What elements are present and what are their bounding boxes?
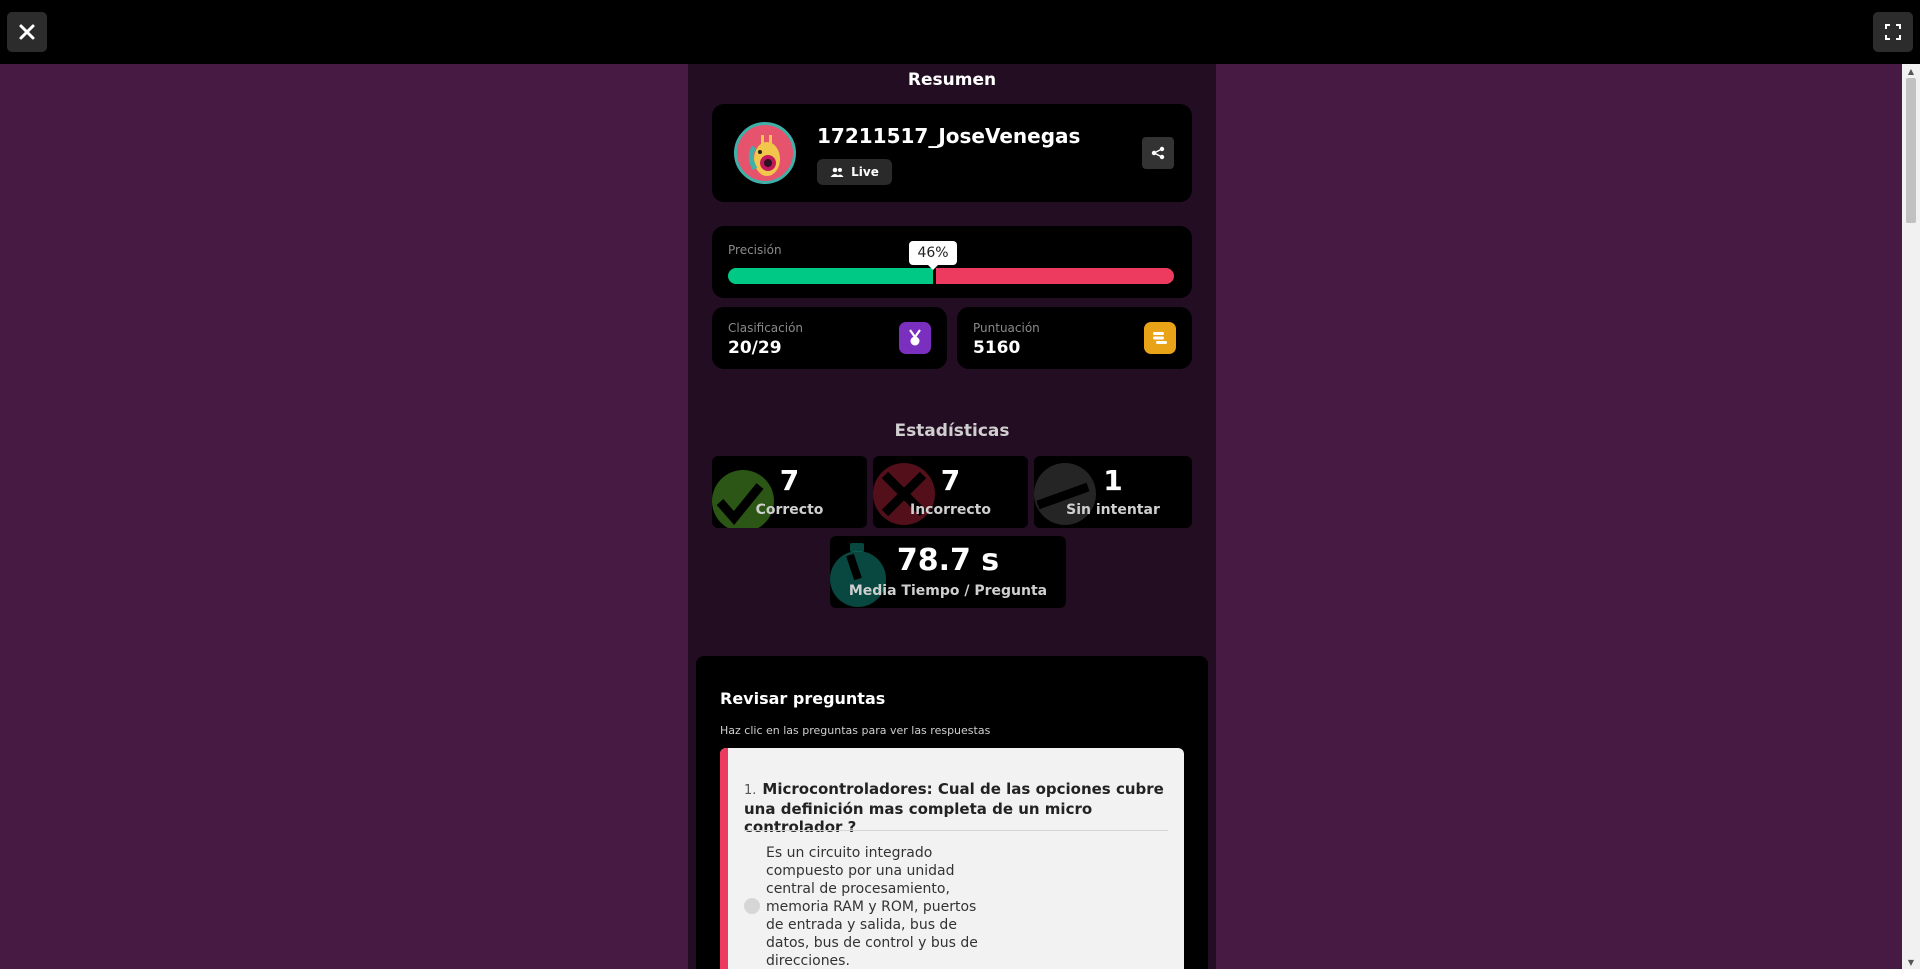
unattempted-tile: 1 Sin intentar xyxy=(1034,456,1192,528)
scroll-thumb[interactable] xyxy=(1906,78,1916,223)
people-icon xyxy=(830,167,844,177)
close-icon xyxy=(19,24,35,40)
coins-icon xyxy=(1144,322,1176,354)
average-time-tile: 78.7 s Media Tiempo / Pregunta xyxy=(830,536,1066,608)
unattempted-count: 1 xyxy=(1103,464,1123,497)
review-subtitle: Haz clic en las preguntas para ver las r… xyxy=(720,724,991,737)
question-divider xyxy=(744,830,1168,831)
score-label: Puntuación xyxy=(973,321,1040,335)
summary-title: Resumen xyxy=(907,70,997,90)
scroll-down-arrow-icon[interactable]: ▼ xyxy=(1902,955,1920,969)
top-bar xyxy=(0,0,1920,64)
page-scrollbar[interactable]: ▲ ▼ xyxy=(1902,64,1920,969)
rank-value: 20/29 xyxy=(728,338,782,358)
average-time-label: Media Tiempo / Pregunta xyxy=(848,583,1048,599)
fullscreen-button[interactable] xyxy=(1873,12,1913,52)
accuracy-label: Precisión xyxy=(728,243,782,257)
correct-tile: 7 Correcto xyxy=(712,456,867,528)
username: 17211517_JoseVenegas xyxy=(817,124,1081,148)
close-button[interactable] xyxy=(7,12,47,52)
share-button[interactable] xyxy=(1142,137,1174,169)
score-value: 5160 xyxy=(973,338,1021,358)
avatar-image xyxy=(748,135,780,176)
live-label: Live xyxy=(851,165,879,179)
unattempted-label: Sin intentar xyxy=(1066,502,1160,518)
summary-panel: Resumen 17211517_JoseVenegas Live Precis… xyxy=(688,64,1216,969)
avatar xyxy=(734,122,796,184)
option-text: Es un circuito integrado compuesto por u… xyxy=(766,845,978,969)
medal-icon xyxy=(899,322,931,354)
stats-heading: Estadísticas xyxy=(894,421,1010,441)
incorrect-count: 7 xyxy=(940,464,961,497)
accuracy-incorrect-fill xyxy=(936,268,1174,284)
review-section: Revisar preguntas Haz clic en las pregun… xyxy=(696,656,1208,969)
correct-count: 7 xyxy=(779,464,800,497)
question-status-bar xyxy=(720,748,728,969)
correct-label: Correcto xyxy=(755,502,824,518)
fullscreen-icon xyxy=(1885,24,1901,40)
accuracy-percent-tooltip: 46% xyxy=(909,241,957,270)
accuracy-bar xyxy=(728,268,1174,284)
incorrect-label: Incorrecto xyxy=(909,502,991,518)
average-time-value: 78.7 s xyxy=(896,543,1000,578)
incorrect-tile: 7 Incorrecto xyxy=(873,456,1028,528)
question-number: 1. xyxy=(744,783,757,798)
rank-card: Clasificación 20/29 xyxy=(712,307,947,369)
profile-card: 17211517_JoseVenegas Live xyxy=(712,104,1192,202)
question-label: Microcontroladores: Cual de las opciones… xyxy=(744,780,1164,836)
question-text: 1. Microcontroladores: Cual de las opcion… xyxy=(744,780,1172,836)
scroll-up-arrow-icon[interactable]: ▲ xyxy=(1902,64,1920,78)
score-card: Puntuación 5160 xyxy=(957,307,1192,369)
live-badge: Live xyxy=(817,159,892,185)
question-card[interactable]: 1. Microcontroladores: Cual de las opcion… xyxy=(720,748,1184,969)
rank-label: Clasificación xyxy=(728,321,804,335)
accuracy-card: Precisión 46% xyxy=(712,226,1192,298)
share-icon xyxy=(1151,146,1165,160)
option-radio xyxy=(744,898,760,914)
review-title: Revisar preguntas xyxy=(720,689,886,708)
accuracy-correct-fill xyxy=(728,268,933,284)
